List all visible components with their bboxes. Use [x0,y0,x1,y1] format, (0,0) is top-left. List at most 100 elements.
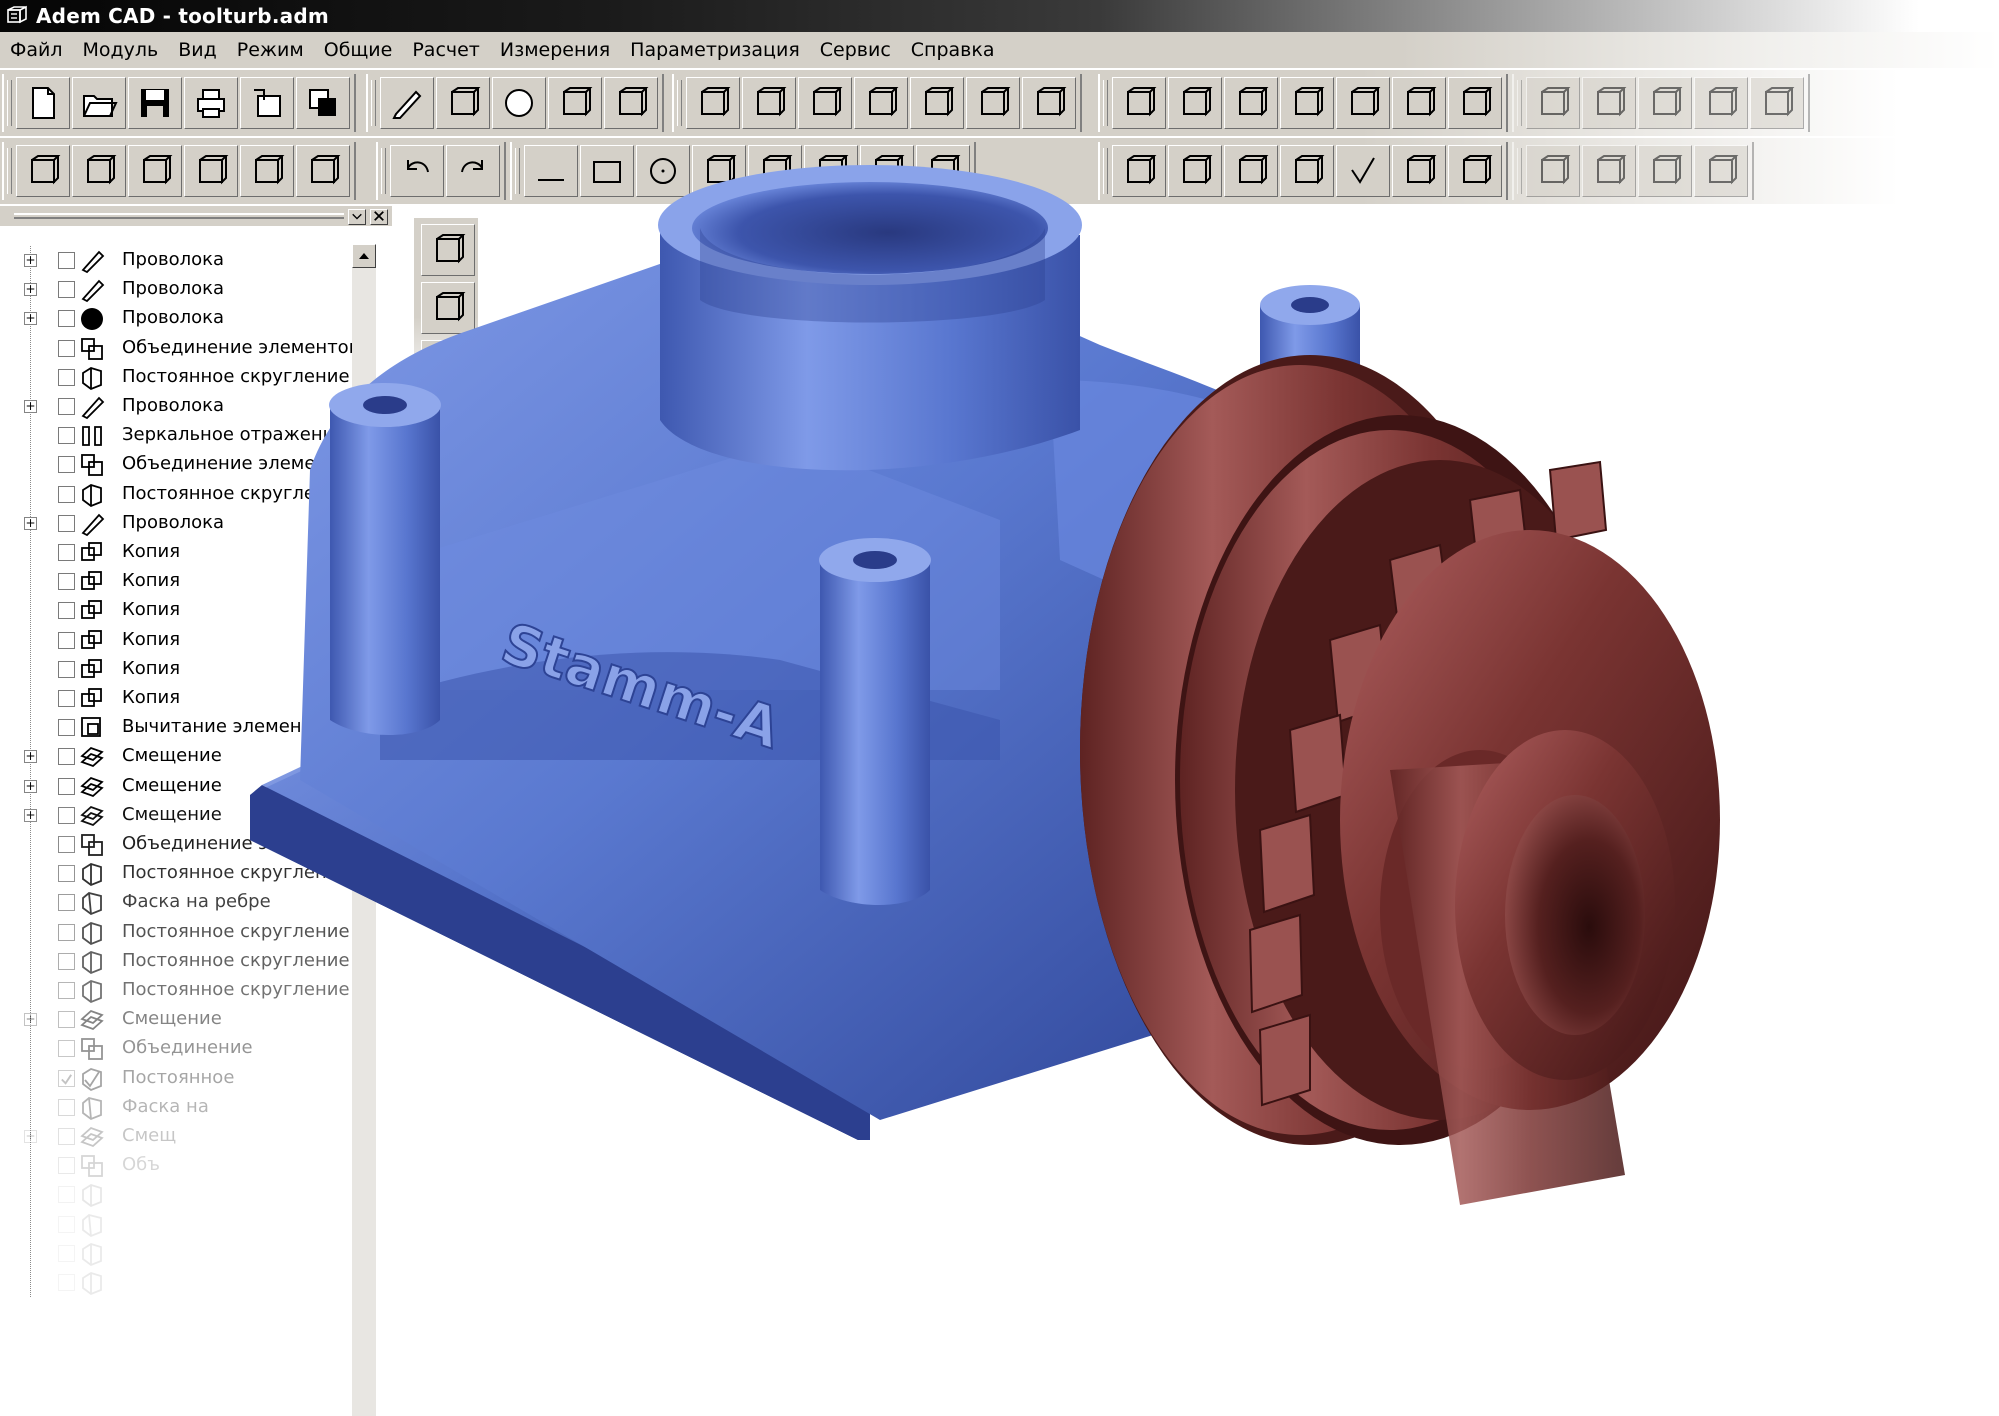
menu-item-6[interactable]: Измерения [490,32,620,68]
tree-visibility-checkbox[interactable] [58,1274,75,1291]
tree-visibility-checkbox[interactable] [58,690,75,707]
menu-item-3[interactable]: Режим [227,32,314,68]
tree-visibility-checkbox[interactable] [58,339,75,357]
tree-expand-button[interactable]: + [24,808,37,822]
tree-visibility-checkbox[interactable] [58,1128,75,1145]
solid-extrude-button[interactable] [686,77,740,129]
rectangle-button[interactable] [580,145,634,197]
sketch-a-button[interactable] [804,145,858,197]
surface-finish-button[interactable] [1448,145,1502,197]
tree-visibility-checkbox[interactable] [58,660,75,678]
tree-visibility-checkbox[interactable] [58,1011,75,1029]
tree-item[interactable]: Объединение элементов [12,830,352,859]
tree-item[interactable]: Копия [12,684,352,713]
tree-expand-button[interactable]: + [24,254,37,267]
tree-item[interactable]: Вычитание элементов [12,713,352,742]
tree-item[interactable]: Копия [12,655,352,684]
visibility-c-button[interactable] [1280,77,1334,129]
adem-app-icon[interactable] [6,5,28,27]
tree-visibility-checkbox[interactable] [58,485,75,503]
tree-visibility-checkbox[interactable] [58,1069,75,1087]
tree-visibility-checkbox[interactable] [58,514,75,532]
tree-item[interactable]: Постоянное скругление [12,859,352,888]
tree-expand-button[interactable]: + [24,1013,37,1027]
tree-item[interactable]: Зеркальное отражение [12,421,352,450]
dimension-offset-button[interactable] [1638,77,1692,129]
menu-item-4[interactable]: Общие [314,32,403,68]
diagonal-dimension-button[interactable] [1526,145,1580,197]
tree-item[interactable]: Объединение [12,1034,352,1063]
tree-visibility-checkbox[interactable] [58,573,75,591]
measure-button[interactable] [184,145,238,197]
variables-button[interactable] [296,145,350,197]
tree-item[interactable]: Постоянное скругление [12,976,352,1005]
line-button[interactable] [524,145,578,197]
arc-dimension-button[interactable] [1638,145,1692,197]
tree-expand-button[interactable]: + [24,516,37,530]
tree-item[interactable]: Постоянное скругление [12,947,352,976]
text-style-button[interactable] [1112,145,1166,197]
pencil-button[interactable] [380,77,434,129]
cube-view-button[interactable] [1022,77,1076,129]
tree-item[interactable]: + Проволока [12,392,352,421]
tree-visibility-checkbox[interactable] [58,602,75,620]
tree-item[interactable]: Фаска на [12,1093,352,1122]
panel-close-button[interactable] [370,209,388,225]
tree-expand-button[interactable]: + [24,312,37,326]
tree-visibility-checkbox[interactable] [58,894,75,912]
sketch-b-button[interactable] [860,145,914,197]
tree-expand-button[interactable]: + [24,779,37,793]
dimension-horizontal-button[interactable] [1526,77,1580,129]
tree-expand-button[interactable]: + [24,1130,37,1143]
tree-visibility-checkbox[interactable] [58,1157,75,1175]
tree-visibility-checkbox[interactable] [58,719,75,737]
tree-item[interactable]: + Смещение [12,742,352,771]
tree-visibility-checkbox[interactable] [58,982,75,999]
tree-visibility-checkbox[interactable] [58,456,75,474]
check-mark-button[interactable] [1336,145,1390,197]
tree-visibility-checkbox[interactable] [58,836,75,853]
menu-item-1[interactable]: Модуль [73,32,169,68]
tree-visibility-checkbox[interactable] [58,281,75,299]
circle-button[interactable] [636,145,690,197]
solid-pocket-button[interactable] [742,77,796,129]
tree-visibility-checkbox[interactable] [58,952,75,970]
tree-expand-button[interactable]: + [24,283,37,297]
tree-visibility-checkbox[interactable] [58,398,75,415]
tree-item[interactable]: Объединение элементов [12,334,352,363]
tree-visibility-checkbox[interactable] [58,1186,75,1204]
tree-item[interactable] [12,1210,352,1239]
tree-item[interactable]: + Смещ [12,1122,352,1151]
tree-visibility-checkbox[interactable] [58,1215,75,1233]
tree-item[interactable] [12,1268,352,1297]
tree-item[interactable]: Копия [12,567,352,596]
tree-item[interactable]: Постоянное скругление [12,480,352,509]
wire-tool-button[interactable] [436,77,490,129]
tree-item[interactable]: Объединение элементов [12,450,352,479]
tree-visibility-checkbox[interactable] [58,368,75,386]
tree-visibility-checkbox[interactable] [58,1098,75,1116]
print-button[interactable] [184,77,238,129]
tree-visibility-checkbox[interactable] [58,806,75,824]
tree-item[interactable]: Копия [12,596,352,625]
properties-button[interactable] [16,145,70,197]
sphere-button[interactable] [492,77,546,129]
menu-item-0[interactable]: Файл [0,32,73,68]
tree-item[interactable]: Постоянное скругление [12,363,352,392]
tree-visibility-checkbox[interactable] [58,427,75,445]
3d-viewport[interactable] [486,210,1999,1416]
eraser-button[interactable] [910,77,964,129]
box-view-button[interactable] [604,77,658,129]
tree-expand-button[interactable]: + [24,750,37,764]
tree-scrollbar[interactable] [352,244,376,1416]
dimension-linear-button[interactable] [1582,77,1636,129]
grid-view-button[interactable] [1392,77,1446,129]
menu-item-2[interactable]: Вид [168,32,227,68]
menu-item-9[interactable]: Справка [901,32,1005,68]
tree-item[interactable]: Копия [12,626,352,655]
tree-visibility-checkbox[interactable] [58,631,75,649]
solid-stack-button[interactable] [854,77,908,129]
extra-dimension-button[interactable] [1694,145,1748,197]
tree-expand-button[interactable]: + [24,400,37,413]
layers-button[interactable] [421,340,475,392]
